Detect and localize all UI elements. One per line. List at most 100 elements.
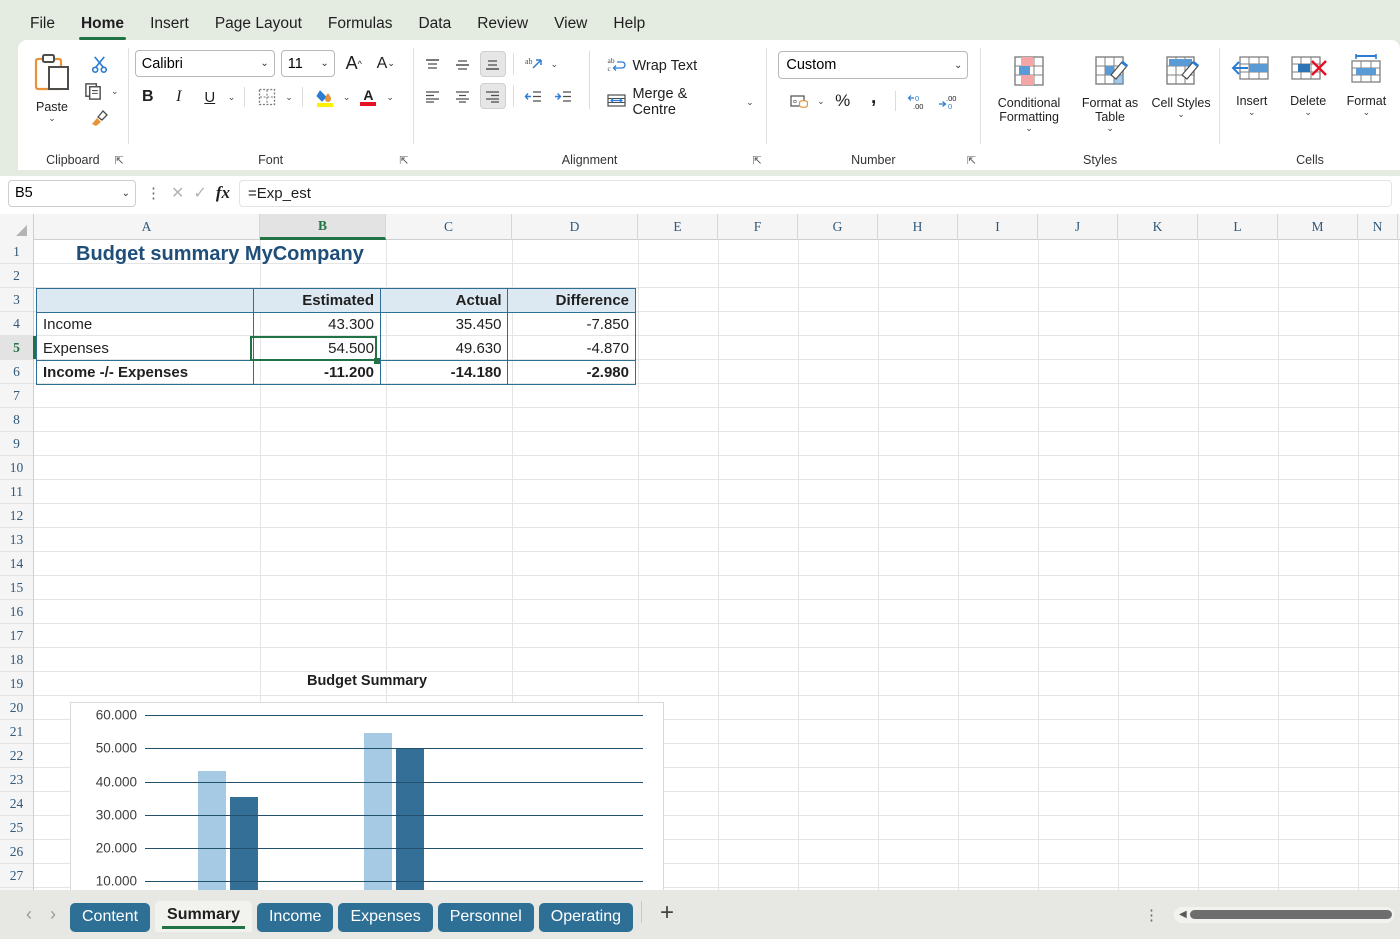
row-header-17[interactable]: 17 bbox=[0, 624, 33, 648]
cut-button[interactable] bbox=[80, 51, 119, 77]
cell-B6[interactable]: -11.200 bbox=[252, 360, 382, 385]
copy-button[interactable] bbox=[80, 78, 106, 104]
decrease-indent-button[interactable] bbox=[521, 83, 547, 109]
font-color-button[interactable]: A bbox=[355, 84, 381, 110]
select-all-corner[interactable] bbox=[0, 214, 34, 240]
clipboard-dialog-launcher-icon[interactable]: ⇱ bbox=[115, 154, 124, 167]
align-left-button[interactable] bbox=[420, 83, 446, 109]
sheet-tab-content[interactable]: Content bbox=[70, 903, 151, 932]
row-header-11[interactable]: 11 bbox=[0, 480, 33, 504]
accounting-chevron-down-icon[interactable]: ⌄ bbox=[817, 96, 825, 106]
font-size-chevron-down-icon[interactable]: ⌄ bbox=[320, 58, 328, 69]
fill-handle[interactable] bbox=[374, 358, 380, 364]
cancel-icon[interactable]: ✕ bbox=[171, 183, 184, 203]
cell-B4[interactable]: 43.300 bbox=[252, 312, 382, 337]
cell-B5[interactable]: 54.500 bbox=[252, 336, 382, 361]
borders-button[interactable] bbox=[254, 84, 280, 110]
add-sheet-button[interactable]: + bbox=[650, 899, 684, 931]
row-header-4[interactable]: 4 bbox=[0, 312, 33, 336]
delete-chevron-down-icon[interactable]: ⌄ bbox=[1304, 108, 1312, 117]
row-header-20[interactable]: 20 bbox=[0, 696, 33, 720]
bold-button[interactable]: B bbox=[135, 84, 161, 110]
row-header-12[interactable]: 12 bbox=[0, 504, 33, 528]
number-dialog-launcher-icon[interactable]: ⇱ bbox=[967, 154, 976, 167]
row-header-26[interactable]: 26 bbox=[0, 840, 33, 864]
row-header-22[interactable]: 22 bbox=[0, 744, 33, 768]
chevron-right-icon[interactable]: › bbox=[50, 904, 56, 925]
column-header-H[interactable]: H bbox=[878, 214, 958, 240]
align-middle-button[interactable] bbox=[450, 51, 476, 77]
formula-bar-more-icon[interactable]: ⋮ bbox=[143, 184, 164, 202]
column-header-I[interactable]: I bbox=[958, 214, 1038, 240]
formula-input[interactable]: =Exp_est bbox=[238, 179, 1392, 207]
fx-icon[interactable]: fx bbox=[216, 183, 230, 203]
horizontal-scrollbar[interactable]: ◀ bbox=[1174, 906, 1394, 923]
accounting-format-button[interactable]: ¤ bbox=[786, 88, 812, 114]
name-box-chevron-down-icon[interactable]: ⌄ bbox=[122, 188, 130, 199]
row-header-19[interactable]: 19 bbox=[0, 672, 33, 696]
paste-button[interactable]: Paste ⌄ bbox=[24, 48, 80, 126]
ribbon-tab-formulas[interactable]: Formulas bbox=[316, 9, 405, 42]
format-chevron-down-icon[interactable]: ⌄ bbox=[1363, 108, 1371, 117]
number-format-chevron-down-icon[interactable]: ⌄ bbox=[954, 60, 962, 71]
row-header-5[interactable]: 5 bbox=[0, 336, 36, 360]
shrink-font-button[interactable]: A ⌄ bbox=[373, 51, 399, 77]
font-name-input[interactable]: Calibri ⌄ bbox=[134, 50, 275, 77]
wrap-text-button[interactable]: ab c Wrap Text bbox=[601, 52, 759, 80]
merge-centre-chevron-down-icon[interactable]: ⌄ bbox=[732, 97, 754, 107]
number-format-select[interactable]: Custom ⌄ bbox=[778, 51, 969, 79]
align-center-button[interactable] bbox=[450, 83, 476, 109]
row-header-15[interactable]: 15 bbox=[0, 576, 33, 600]
font-dialog-launcher-icon[interactable]: ⇱ bbox=[399, 154, 408, 167]
cell-D5[interactable]: -4.870 bbox=[507, 336, 636, 361]
borders-chevron-down-icon[interactable]: ⌄ bbox=[285, 92, 293, 102]
sheet-title-cell[interactable]: Budget summary MyCompany bbox=[76, 243, 364, 266]
fill-color-button[interactable] bbox=[312, 84, 338, 110]
row-header-24[interactable]: 24 bbox=[0, 792, 33, 816]
cell-C5[interactable]: 49.630 bbox=[379, 336, 509, 361]
row-header-23[interactable]: 23 bbox=[0, 768, 33, 792]
font-name-chevron-down-icon[interactable]: ⌄ bbox=[260, 58, 268, 69]
grow-font-button[interactable]: A ^ bbox=[341, 51, 367, 77]
align-bottom-button[interactable] bbox=[479, 51, 506, 77]
chevron-left-icon[interactable]: ‹ bbox=[26, 904, 32, 925]
row-header-9[interactable]: 9 bbox=[0, 432, 33, 456]
decrease-decimal-button[interactable]: 0 .00 bbox=[904, 88, 930, 114]
underline-chevron-down-icon[interactable]: ⌄ bbox=[228, 92, 236, 102]
row-header-21[interactable]: 21 bbox=[0, 720, 33, 744]
paste-chevron-down-icon[interactable]: ⌄ bbox=[48, 114, 56, 123]
name-box[interactable]: B5 ⌄ bbox=[8, 179, 136, 207]
cell-D6[interactable]: -2.980 bbox=[507, 360, 636, 385]
more-options-icon[interactable]: ⋮ bbox=[1141, 906, 1162, 924]
column-header-L[interactable]: L bbox=[1198, 214, 1278, 240]
underline-button[interactable]: U bbox=[197, 84, 223, 110]
format-cells-button[interactable]: Format ⌄ bbox=[1339, 50, 1394, 120]
column-header-B[interactable]: B bbox=[260, 214, 386, 240]
fill-color-chevron-down-icon[interactable]: ⌄ bbox=[343, 92, 351, 102]
row-header-3[interactable]: 3 bbox=[0, 288, 33, 312]
cell-C6[interactable]: -14.180 bbox=[379, 360, 509, 385]
ribbon-tab-data[interactable]: Data bbox=[406, 9, 463, 42]
ribbon-tab-review[interactable]: Review bbox=[465, 9, 540, 42]
sheet-tab-personnel[interactable]: Personnel bbox=[437, 903, 534, 932]
row-header-14[interactable]: 14 bbox=[0, 552, 33, 576]
column-header-K[interactable]: K bbox=[1118, 214, 1198, 240]
ribbon-tab-view[interactable]: View bbox=[542, 9, 599, 42]
alignment-dialog-launcher-icon[interactable]: ⇱ bbox=[752, 154, 761, 167]
cell-A4[interactable]: Income bbox=[36, 312, 254, 337]
column-header-F[interactable]: F bbox=[718, 214, 798, 240]
cell-A5[interactable]: Expenses bbox=[36, 336, 254, 361]
format-as-table-button[interactable]: Format as Table ⌄ bbox=[1075, 50, 1145, 136]
orientation-button[interactable]: ab bbox=[521, 51, 547, 77]
cell-A6[interactable]: Income -/- Expenses bbox=[36, 360, 254, 385]
ribbon-tab-insert[interactable]: Insert bbox=[138, 9, 201, 42]
column-header-M[interactable]: M bbox=[1278, 214, 1358, 240]
increase-indent-button[interactable] bbox=[551, 83, 577, 109]
column-header-N[interactable]: N bbox=[1358, 214, 1398, 240]
insert-cells-button[interactable]: Insert ⌄ bbox=[1226, 50, 1277, 120]
row-header-8[interactable]: 8 bbox=[0, 408, 33, 432]
row-header-27[interactable]: 27 bbox=[0, 864, 33, 888]
copy-chevron-down-icon[interactable]: ⌄ bbox=[108, 86, 119, 96]
ribbon-tab-help[interactable]: Help bbox=[601, 9, 657, 42]
row-header-18[interactable]: 18 bbox=[0, 648, 33, 672]
